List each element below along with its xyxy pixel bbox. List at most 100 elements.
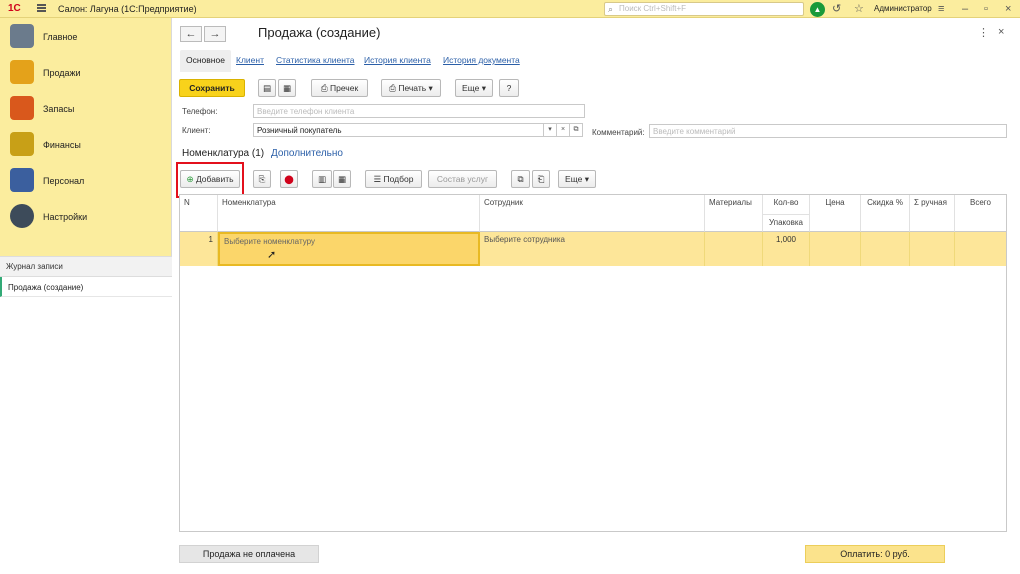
barcode-icon[interactable]: ▥ <box>312 170 332 188</box>
stock-boxes-icon <box>10 96 34 120</box>
people-icon <box>10 168 34 192</box>
price-cell[interactable] <box>810 232 861 266</box>
clipboard-icon <box>10 24 34 48</box>
employee-cell[interactable]: Выберите сотрудника <box>480 232 705 266</box>
item-cell[interactable]: Выберите номенклатуру <box>218 232 480 266</box>
sidebar: Главное Продажи Запасы Финансы Персонал … <box>0 18 172 574</box>
precheck-button[interactable]: ⎙ Пречек <box>311 79 368 97</box>
column-header-n[interactable]: N <box>180 195 218 232</box>
select-button[interactable]: ☰ Подбор <box>365 170 422 188</box>
items-table[interactable]: N Номенклатура Сотрудник Материалы Кол-в… <box>179 194 1007 532</box>
sidebar-item-sales[interactable]: Продажи <box>0 56 172 92</box>
paste-icon[interactable]: ⎗ <box>532 170 550 188</box>
phone-field[interactable]: Введите телефон клиента <box>253 104 585 118</box>
chevron-down-icon: ▾ <box>426 83 433 93</box>
user-name[interactable]: Администратор <box>874 4 932 13</box>
sidebar-item-settings[interactable]: Настройки <box>0 200 172 236</box>
more-actions-icon[interactable]: ⋮ <box>978 26 989 39</box>
sidebar-item-staff[interactable]: Персонал <box>0 164 172 200</box>
discount-cell[interactable] <box>861 232 910 266</box>
open-icon[interactable]: ⧉ <box>570 123 583 137</box>
services-button[interactable]: Состав услуг <box>428 170 497 188</box>
phone-label: Телефон: <box>182 107 218 116</box>
payment-status: Продажа не оплачена <box>179 545 319 563</box>
journal-link[interactable]: Журнал записи <box>0 257 172 277</box>
close-icon[interactable]: × <box>1005 2 1011 16</box>
materials-cell[interactable] <box>705 232 763 266</box>
total-cell <box>955 232 1006 266</box>
column-header-total[interactable]: Всего <box>955 195 1006 232</box>
copy-row-icon[interactable]: ⎘ <box>253 170 271 188</box>
sidebar-item-label: Продажи <box>43 68 81 78</box>
post-document-icon[interactable]: ▦ <box>278 79 296 97</box>
qty-subheader: Упаковка <box>763 214 809 230</box>
column-header-employee[interactable]: Сотрудник <box>480 195 705 232</box>
table-row[interactable]: 1 Выберите номенклатуру Выберите сотрудн… <box>180 232 1006 266</box>
restore-icon[interactable]: ▫ <box>984 2 988 16</box>
search-placeholder: Поиск Ctrl+Shift+F <box>619 4 687 13</box>
column-header-price[interactable]: Цена <box>810 195 861 232</box>
help-button[interactable]: ? <box>499 79 519 97</box>
app-title: Салон: Лагуна (1С:Предприятие) <box>58 4 197 14</box>
printer-icon: ⎙ <box>389 83 399 93</box>
status-icon[interactable]: ▲ <box>810 2 825 17</box>
forward-button[interactable]: → <box>204 26 226 42</box>
save-disk-icon[interactable]: ▤ <box>258 79 276 97</box>
column-header-materials[interactable]: Материалы <box>705 195 763 232</box>
back-button[interactable]: ← <box>180 26 202 42</box>
column-header-discount[interactable]: Скидка % <box>861 195 910 232</box>
qty-cell[interactable]: 1,000 <box>763 232 810 266</box>
mouse-cursor-icon: ➚ <box>267 249 277 261</box>
sidebar-item-finance[interactable]: Финансы <box>0 128 172 164</box>
column-header-qty[interactable]: Кол-во Упаковка <box>763 195 810 232</box>
comment-field[interactable]: Введите комментарий <box>649 124 1007 138</box>
print-label: Печать <box>398 83 427 93</box>
sidebar-item-label: Персонал <box>43 176 85 186</box>
pay-button[interactable]: Оплатить: 0 руб. <box>805 545 945 563</box>
tab-client-stats[interactable]: Статистика клиента <box>270 50 360 72</box>
qty-header-label: Кол-во <box>773 198 799 207</box>
column-header-item[interactable]: Номенклатура <box>218 195 480 232</box>
tab-main[interactable]: Основное <box>180 50 231 72</box>
highlight-frame <box>176 162 244 198</box>
save-button[interactable]: Сохранить <box>179 79 245 97</box>
history-icon[interactable]: ↺ <box>832 2 841 16</box>
sidebar-item-label: Запасы <box>43 104 75 114</box>
menu-icon[interactable] <box>37 4 46 12</box>
tab-nomenclature[interactable]: Номенклатура (1) <box>182 148 264 159</box>
open-windows-panel: Журнал записи Продажа (создание) <box>0 256 172 574</box>
wallet-icon <box>10 132 34 156</box>
dropdown-icon[interactable]: ▾ <box>544 123 557 137</box>
open-window-item[interactable]: Продажа (создание) <box>0 277 172 297</box>
page-title: Продажа (создание) <box>258 25 381 40</box>
client-field[interactable]: Розничный покупатель <box>253 123 544 137</box>
client-label: Клиент: <box>182 126 211 135</box>
select-label: Подбор <box>383 174 414 184</box>
clear-icon[interactable]: × <box>557 123 570 137</box>
form-close-icon[interactable]: × <box>998 26 1004 38</box>
minimize-icon[interactable]: – <box>962 2 968 16</box>
tab-client-history[interactable]: История клиента <box>358 50 437 72</box>
barcode-list-icon[interactable]: ▦ <box>333 170 351 188</box>
print-button[interactable]: ⎙ Печать ▾ <box>381 79 441 97</box>
manual-sum-cell[interactable] <box>910 232 955 266</box>
top-bar: 1С Салон: Лагуна (1С:Предприятие) ⌕ Поис… <box>0 0 1020 18</box>
tab-client[interactable]: Клиент <box>230 50 270 72</box>
sidebar-item-stock[interactable]: Запасы <box>0 92 172 128</box>
search-input[interactable]: ⌕ Поиск Ctrl+Shift+F <box>604 2 804 16</box>
more-button[interactable]: Еще ▾ <box>455 79 493 97</box>
column-header-manual-sum[interactable]: Σ ручная <box>910 195 955 232</box>
more-label: Еще <box>462 83 480 93</box>
delete-icon[interactable]: ⬤ <box>280 170 298 188</box>
sidebar-item-label: Главное <box>43 32 78 42</box>
tab-additional[interactable]: Дополнительно <box>271 148 343 159</box>
settings-lines-icon[interactable]: ≡ <box>938 2 944 16</box>
copy-icon[interactable]: ⧉ <box>511 170 530 188</box>
favorites-icon[interactable]: ☆ <box>854 2 864 16</box>
table-more-button[interactable]: Еще ▾ <box>558 170 596 188</box>
sidebar-item-main[interactable]: Главное <box>0 20 172 56</box>
chevron-down-icon: ▾ <box>479 83 486 93</box>
search-icon: ⌕ <box>608 4 614 14</box>
list-icon: ☰ <box>373 174 384 184</box>
tab-document-history[interactable]: История документа <box>437 50 526 72</box>
